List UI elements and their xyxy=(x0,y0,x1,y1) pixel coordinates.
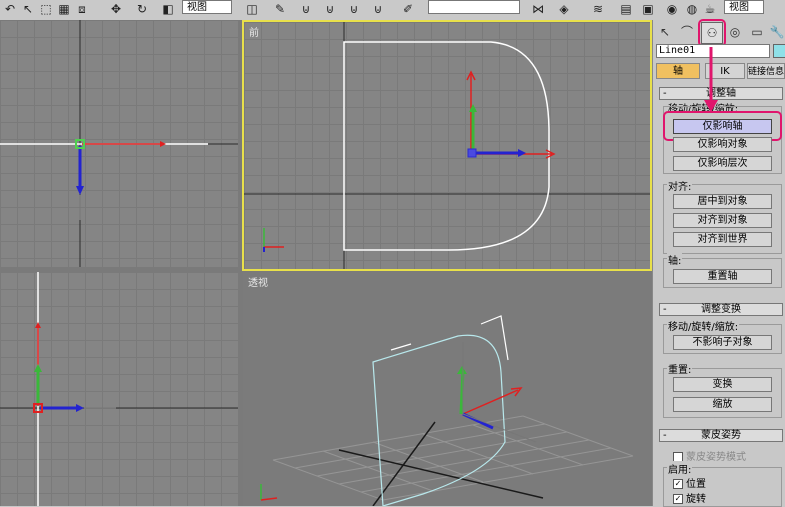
align-to-world-button[interactable]: 对齐到世界 xyxy=(673,232,772,247)
edit-named-selection-icon[interactable]: ✐ xyxy=(400,1,416,17)
dont-affect-children-button[interactable]: 不影响子对象 xyxy=(673,335,772,350)
select-region-icon[interactable]: ⬚ xyxy=(38,1,54,17)
alignment-label: 对齐: xyxy=(667,178,693,193)
affect-hierarchy-only-button[interactable]: 仅影响层次 xyxy=(673,156,772,171)
reference-coordinate-dropdown[interactable]: 视图 xyxy=(182,0,232,14)
corner-axis-x xyxy=(260,497,278,501)
schematic-view-icon[interactable]: ▣ xyxy=(640,1,656,17)
rotate-icon[interactable]: ↻ xyxy=(134,1,150,17)
create-tab-icon[interactable]: ↖ xyxy=(655,22,675,42)
spinner-snap-icon[interactable]: ⊍ xyxy=(370,1,386,17)
main-toolbar: ↶ ↖ ⬚ ▦ ⧈ ✥ ↻ ◧ 视图 ◫ ✎ ⊍ ⊍ ⊍ ⊍ ✐ ⋈ ◈ ≋ ▤… xyxy=(0,0,785,21)
snap-toggle-icon[interactable]: ⊍ xyxy=(298,1,314,17)
rollout-adjust-transform[interactable]: - 调整变换 xyxy=(659,303,783,316)
modify-tab-icon[interactable]: ⌒ xyxy=(677,22,697,42)
select-by-name-icon[interactable]: ▦ xyxy=(56,1,72,17)
command-panel: ↖ ⌒ ⚇ ◎ ▭ 🔧 Line01 轴 IK 链接信息 - 调整轴 移动/旋转/… xyxy=(652,19,785,507)
move-icon[interactable]: ✥ xyxy=(108,1,124,17)
rotation-checkbox[interactable]: ✓ 旋转 xyxy=(673,490,706,505)
render-setup-icon[interactable]: ◍ xyxy=(684,1,700,17)
render-view-dropdown[interactable]: 视图 xyxy=(724,0,764,14)
spline-d-shape xyxy=(343,41,550,251)
tab-pivot[interactable]: 轴 xyxy=(656,63,700,79)
scale-icon[interactable]: ◧ xyxy=(160,1,176,17)
named-selection-dropdown[interactable] xyxy=(428,0,520,14)
transform-move-label: 移动/旋转/缩放: xyxy=(667,318,740,333)
enable-label: 启用: xyxy=(667,461,693,476)
affect-object-only-button[interactable]: 仅影响对象 xyxy=(673,137,772,152)
viewport-top-scene xyxy=(0,20,238,267)
viewport-perspective[interactable]: 透视 xyxy=(243,272,652,506)
percent-snap-icon[interactable]: ⊍ xyxy=(346,1,362,17)
pivot-label: 轴: xyxy=(667,252,683,267)
motion-tab-icon[interactable]: ◎ xyxy=(725,22,745,42)
object-color-swatch[interactable] xyxy=(773,44,785,58)
material-editor-icon[interactable]: ◉ xyxy=(664,1,680,17)
reset-label: 重置: xyxy=(667,361,693,376)
transform-button[interactable]: 变换 xyxy=(673,377,772,392)
tab-ik[interactable]: IK xyxy=(705,63,745,79)
viewport-left-scene xyxy=(0,272,238,506)
tab-link-info[interactable]: 链接信息 xyxy=(747,63,785,79)
viewport-left[interactable] xyxy=(0,272,238,506)
scale-button[interactable]: 缩放 xyxy=(673,397,772,412)
select-manipulate-icon[interactable]: ✎ xyxy=(272,1,288,17)
reset-pivot-button[interactable]: 重置轴 xyxy=(673,269,772,284)
mirror-icon[interactable]: ⋈ xyxy=(530,1,546,17)
layer-manager-icon[interactable]: ≋ xyxy=(590,1,606,17)
align-to-object-button[interactable]: 对齐到对象 xyxy=(673,213,772,228)
viewport-front[interactable]: 前 xyxy=(242,20,652,271)
angle-snap-icon[interactable]: ⊍ xyxy=(322,1,338,17)
viewport-area: 前 透视 xyxy=(0,20,652,506)
window-crossing-icon[interactable]: ⧈ xyxy=(74,1,90,17)
select-arrow-icon[interactable]: ↖ xyxy=(20,1,36,17)
rollout-adjust-pivot[interactable]: - 调整轴 xyxy=(659,87,783,100)
viewport-front-scene xyxy=(244,22,650,269)
viewport-perspective-scene xyxy=(260,315,634,506)
rollout-skin-pose[interactable]: - 蒙皮姿势 xyxy=(659,429,783,442)
utilities-tab-icon[interactable]: 🔧 xyxy=(767,22,785,42)
position-checkbox[interactable]: ✓ 位置 xyxy=(673,475,706,490)
display-tab-icon[interactable]: ▭ xyxy=(747,22,767,42)
object-name-field[interactable]: Line01 xyxy=(656,44,770,58)
viewport-top[interactable] xyxy=(0,20,238,267)
undo-icon[interactable]: ↶ xyxy=(2,1,18,17)
highlight-hierarchy-tab xyxy=(698,19,726,47)
curve-editor-icon[interactable]: ▤ xyxy=(618,1,634,17)
center-to-object-button[interactable]: 居中到对象 xyxy=(673,194,772,209)
pivot-center-icon[interactable]: ◫ xyxy=(244,1,260,17)
pivot-marker xyxy=(467,148,477,158)
render-teapot-icon[interactable]: ☕ xyxy=(702,1,718,17)
align-icon[interactable]: ◈ xyxy=(556,1,572,17)
